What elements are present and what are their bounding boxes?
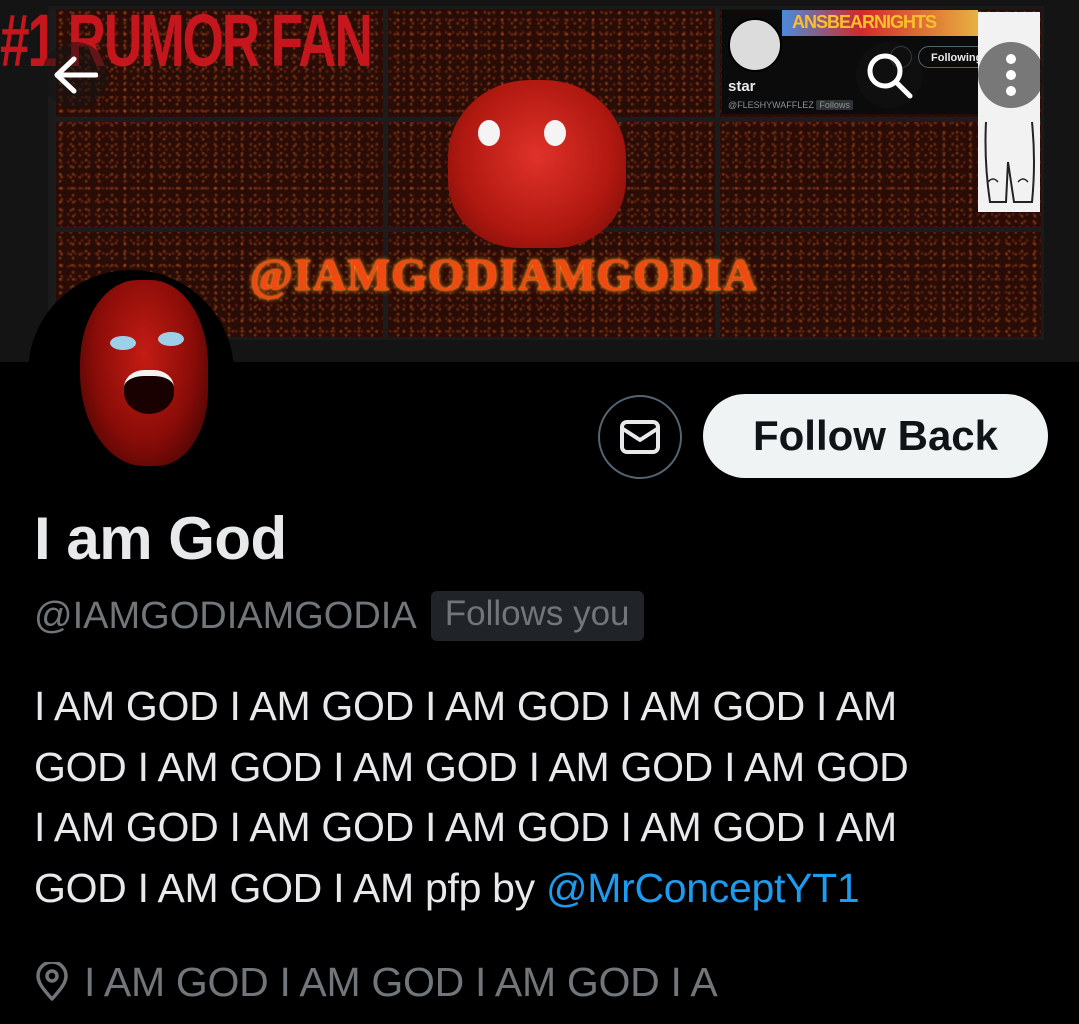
bio-line: GOD I AM GOD I AM GOD I AM GOD I AM GOD (34, 743, 909, 790)
avatar-eye (158, 332, 184, 346)
more-options-button[interactable] (978, 42, 1044, 108)
bio-line: I AM GOD I AM GOD I AM GOD I AM GOD I AM (34, 804, 897, 850)
mini-card-follows-badge: Follows (816, 100, 853, 110)
location-pin-icon (36, 962, 68, 1001)
handle-row: @IAMGODIAMGODIA Follows you (34, 590, 644, 642)
avatar-face (80, 280, 208, 466)
banner-mini-profile-card: ANSBEARNIGHTS Following star @FLESHYWAFF… (722, 10, 992, 114)
goomba-eye (478, 120, 500, 146)
location-row: I AM GOD I AM GOD I AM GOD I A (34, 952, 718, 1012)
back-button[interactable] (42, 42, 108, 108)
follow-back-button[interactable]: Follow Back (703, 394, 1048, 478)
bio-line-last: GOD I AM GOD I AM pfp by @MrConceptYT1 (34, 858, 1054, 919)
avatar-eye (110, 336, 136, 350)
more-vertical-icon (1006, 54, 1016, 96)
mini-card-name: star (728, 78, 756, 95)
profile-handle: @IAMGODIAMGODIA (34, 594, 417, 637)
display-name: I am God (34, 505, 287, 572)
profile-bio: I AM GOD I AM GOD I AM GOD I AM GOD I AM… (34, 676, 1054, 918)
bio-mention-link[interactable]: @MrConceptYT1 (546, 865, 860, 911)
mini-card-handle-row: @FLESHYWAFFLEZ Follows (728, 100, 853, 110)
mini-card-avatar (728, 18, 782, 72)
banner-goomba-figure (448, 80, 626, 248)
mini-card-handle: @FLESHYWAFFLEZ (728, 100, 814, 110)
bio-line: I AM GOD I AM GOD I AM GOD I AM GOD I AM (34, 683, 897, 729)
banner-handle-text: @IAMGODIAMGODIA (250, 249, 758, 300)
mini-card-banner: ANSBEARNIGHTS (782, 10, 978, 36)
mini-card-banner-text: ANSBEARNIGHTS (792, 12, 937, 32)
message-button[interactable] (598, 395, 682, 479)
envelope-icon (620, 420, 660, 454)
bio-text: GOD I AM GOD I AM pfp by (34, 864, 546, 911)
avatar-mouth (124, 370, 174, 414)
goomba-eye (544, 120, 566, 146)
location-text: I AM GOD I AM GOD I AM GOD I A (84, 958, 718, 1005)
follows-you-badge: Follows you (430, 591, 644, 641)
arrow-left-icon (54, 56, 98, 94)
search-button[interactable] (856, 42, 922, 108)
profile-avatar[interactable] (28, 270, 234, 476)
search-icon (867, 53, 913, 99)
